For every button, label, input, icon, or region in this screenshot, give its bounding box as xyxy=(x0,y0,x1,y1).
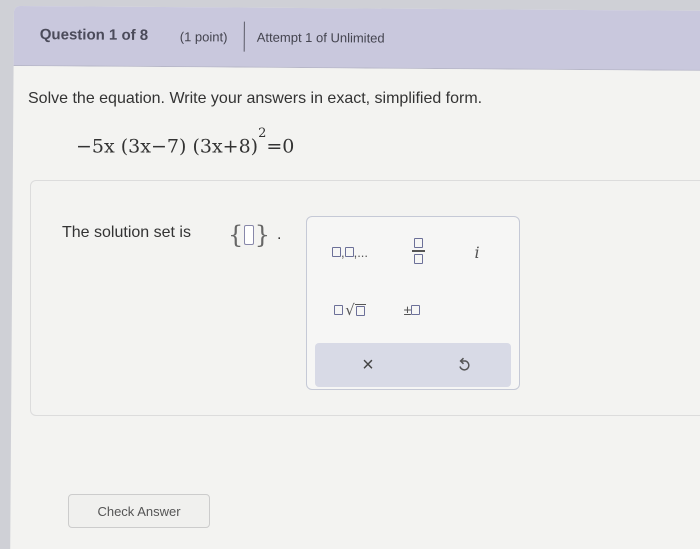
fraction-bar xyxy=(411,250,425,252)
clear-button[interactable]: × xyxy=(353,351,383,379)
attempt-counter: Attempt 1 of Unlimited xyxy=(256,29,385,46)
answer-period: . xyxy=(277,226,282,243)
radical-icon: √ xyxy=(345,301,355,319)
question-number: Question 1 of 8 xyxy=(39,26,149,44)
box-icon xyxy=(411,305,421,315)
check-answer-button[interactable]: Check Answer xyxy=(68,494,210,528)
index-box-icon xyxy=(334,305,344,315)
math-palette: ,,... i √ ± × xyxy=(306,216,520,390)
list-ellipsis: ,... xyxy=(353,244,369,260)
equation-exponent: 2 xyxy=(258,126,267,141)
question-header: Question 1 of 8 (1 point) Attempt 1 of U… xyxy=(13,6,700,71)
nth-root-button[interactable]: √ xyxy=(325,299,375,321)
close-brace: } xyxy=(254,221,270,249)
solution-label: The solution set is xyxy=(62,224,191,241)
palette-actions: × xyxy=(315,343,511,387)
header-divider xyxy=(243,21,245,52)
open-brace: { xyxy=(228,221,244,249)
equation-main: −5x (3x−7) (3x+8) xyxy=(76,135,259,158)
equation: −5x (3x−7) (3x+8)2=0 xyxy=(76,126,295,158)
input-box[interactable] xyxy=(244,225,254,245)
undo-icon xyxy=(459,357,470,371)
imaginary-i-button[interactable]: i xyxy=(467,241,487,263)
plus-minus-symbol: ± xyxy=(403,302,412,318)
fraction-button[interactable] xyxy=(403,233,433,269)
plus-minus-button[interactable]: ± xyxy=(395,299,429,321)
box-icon xyxy=(344,247,354,257)
equation-rhs: =0 xyxy=(266,135,295,158)
radicand-box-icon xyxy=(355,306,365,316)
solution-set-input[interactable]: {} xyxy=(228,221,270,249)
box-icon xyxy=(331,247,341,257)
list-button[interactable]: ,,... xyxy=(325,241,375,263)
numerator-box-icon xyxy=(413,238,423,249)
question-prompt: Solve the equation. Write your answers i… xyxy=(28,90,483,107)
undo-button[interactable] xyxy=(449,351,479,379)
question-points: (1 point) xyxy=(179,29,228,45)
denominator-box-icon xyxy=(413,253,423,264)
